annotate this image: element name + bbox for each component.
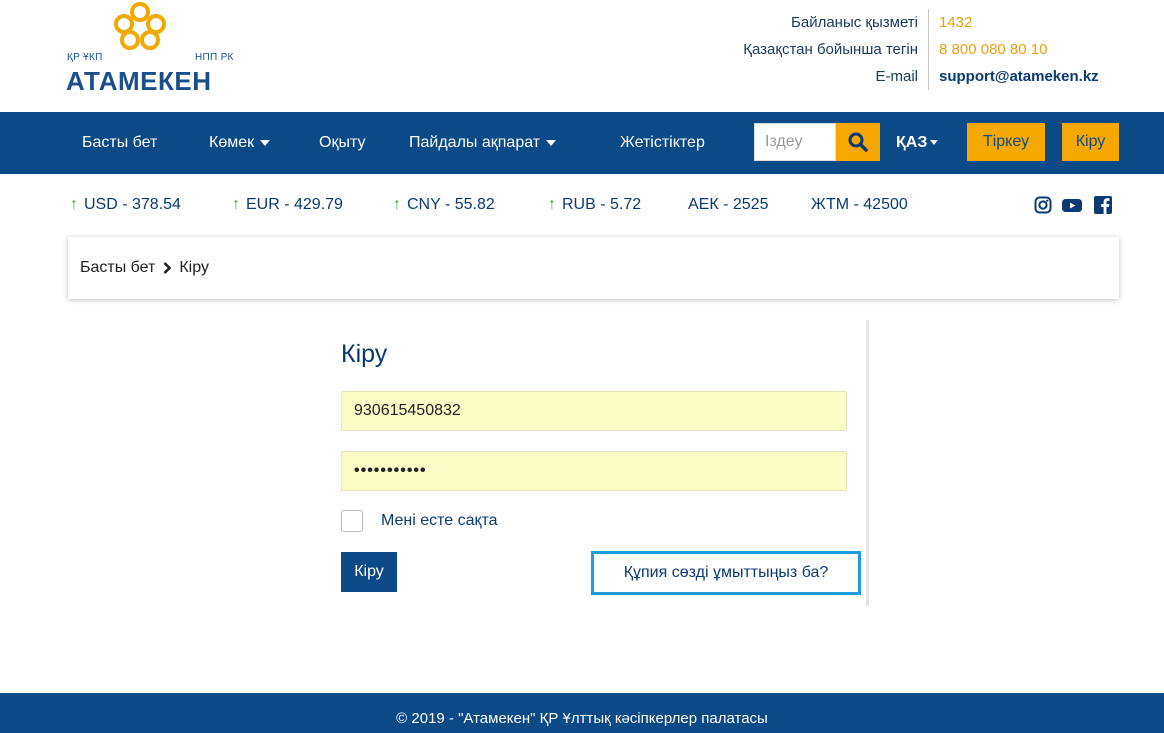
arrow-up-icon: ↑ [232,196,240,213]
search-icon [848,132,868,152]
footer: © 2019 - "Атамекен" ҚР Ұлттық кәсіпкерле… [0,693,1164,733]
arrow-up-icon: ↑ [393,196,401,213]
footer-copyright: © 2019 - "Атамекен" ҚР Ұлттық кәсіпкерле… [396,710,768,727]
logo-emblem-icon [114,2,166,50]
contact-label: Қазақстан бойынша тегін [669,36,929,63]
contacts: Байланыс қызметі 1432 Қазақстан бойынша … [669,9,1119,90]
login-panel: Кіру 930615450832 ••••••••••• Мені есте … [329,320,869,606]
logo-brand: АТАМЕКЕН [66,66,212,96]
login-title: Кіру [341,340,388,368]
currency-cny: ↑ CNY - 55.82 [393,196,495,214]
currency-label: CNY - 55.82 [407,196,495,213]
currency-label: EUR - 429.79 [246,196,343,213]
nav-item-achievements[interactable]: Жетістіктер [620,112,705,174]
register-button[interactable]: Тіркеу [967,123,1045,161]
nav-item-label: Көмек [209,134,255,151]
language-selector[interactable]: ҚАЗ [896,112,939,174]
search-input[interactable]: Іздеу [754,123,836,161]
password-input[interactable]: ••••••••••• [341,451,847,491]
contact-row-service: Байланыс қызметі 1432 [669,9,1119,36]
contact-label: E-mail [669,63,929,90]
login-nav-button[interactable]: Кіру [1062,123,1119,161]
youtube-icon[interactable] [1062,196,1082,214]
arrow-up-icon: ↑ [548,196,556,213]
caret-down-icon [546,139,557,146]
currency-aek: АЕК - 2525 [688,196,769,213]
search-button[interactable] [836,123,880,161]
nav-item-useful-info[interactable]: Пайдалы ақпарат [409,112,557,174]
contact-label: Байланыс қызметі [669,9,929,36]
instagram-icon[interactable] [1034,196,1052,214]
login-submit-button[interactable]: Кіру [341,552,397,592]
breadcrumb: Басты бет Кіру [68,237,1119,299]
nav-item-help[interactable]: Көмек [209,112,271,174]
logo-sub-right: НПП РК [195,52,234,63]
remember-label[interactable]: Мені есте сақта [381,510,498,532]
contact-email-link[interactable]: support@atameken.kz [929,63,1119,90]
contact-row-email: E-mail support@atameken.kz [669,63,1119,90]
nav-item-label: Басты бет [82,134,158,151]
username-input[interactable]: 930615450832 [341,391,847,431]
facebook-icon[interactable] [1094,196,1112,214]
currency-label: RUB - 5.72 [562,196,642,213]
top-header: ҚР ҰКП НПП РК АТАМЕКЕН Байланыс қызметі … [0,0,1164,112]
logo-sub-left: ҚР ҰКП [67,52,103,63]
currency-label: USD - 378.54 [84,196,181,213]
breadcrumb-home-link[interactable]: Басты бет [80,259,155,277]
chevron-right-icon [163,262,172,274]
breadcrumb-current: Кіру [179,259,209,276]
contact-phone-short[interactable]: 1432 [929,9,1119,36]
username-value: 930615450832 [354,402,461,419]
nav-item-label: Жетістіктер [620,134,705,151]
nav-item-label: Оқыту [319,134,366,151]
nav-item-training[interactable]: Оқыту [319,112,365,174]
currency-eur: ↑ EUR - 429.79 [232,196,343,214]
arrow-up-icon: ↑ [70,196,78,213]
currency-bar: ↑ USD - 378.54 ↑ EUR - 429.79 ↑ CNY - 55.82… [0,174,1164,236]
contact-row-free: Қазақстан бойынша тегін 8 800 080 80 10 [669,36,1119,63]
atameken-logo[interactable]: ҚР ҰКП НПП РК АТАМЕКЕН [66,0,266,100]
nav-item-home[interactable]: Басты бет [82,112,157,174]
remember-checkbox[interactable] [341,510,363,532]
caret-down-icon [260,139,271,146]
password-value: ••••••••••• [354,462,427,479]
search-placeholder: Іздеу [765,133,803,150]
currency-usd: ↑ USD - 378.54 [70,196,181,214]
nav-item-label: Пайдалы ақпарат [409,134,541,151]
forgot-password-link[interactable]: Құпия сөзді ұмыттыңыз ба? [591,551,861,595]
language-label: ҚАЗ [896,134,928,151]
currency-zhtm: ЖТМ - 42500 [811,196,908,213]
caret-down-icon [930,140,939,146]
contact-phone-free[interactable]: 8 800 080 80 10 [929,36,1119,63]
currency-rub: ↑ RUB - 5.72 [548,196,641,214]
